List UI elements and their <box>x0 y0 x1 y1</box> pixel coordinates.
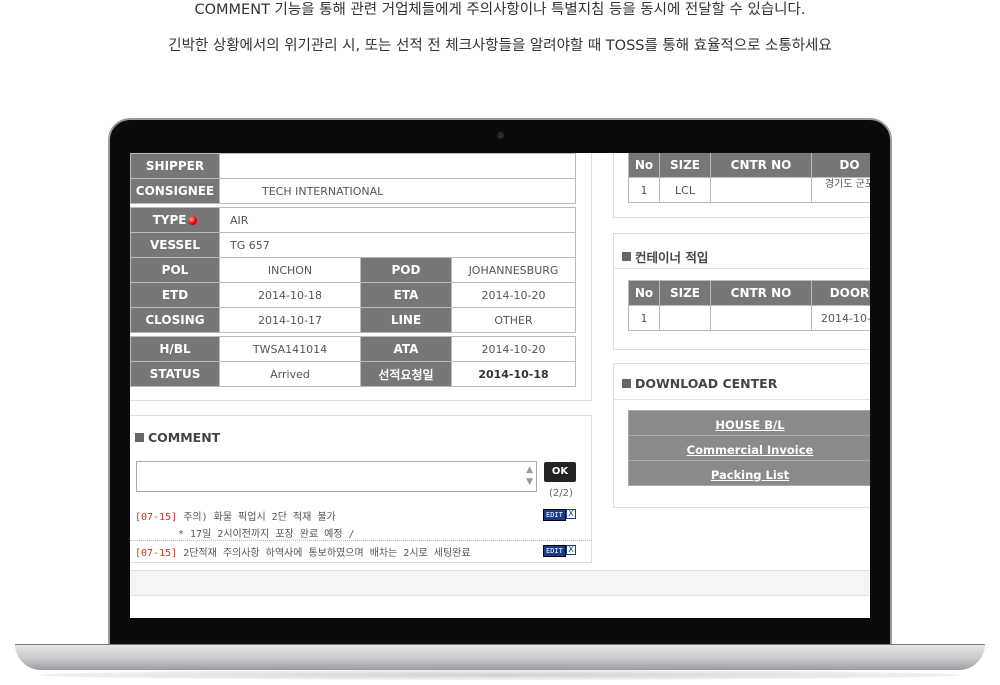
shipper-value <box>219 153 576 179</box>
comment-item: [07-15] 주의) 화물 픽업시 2단 적재 불가 <box>135 508 336 523</box>
edit-button[interactable]: EDIT <box>543 509 566 521</box>
type-value: AIR <box>219 207 576 233</box>
closing-label: CLOSING <box>130 307 220 333</box>
edit-button[interactable]: EDIT <box>543 545 566 557</box>
eta-label: ETA <box>360 282 452 308</box>
comment-date: [07-15] <box>135 548 178 559</box>
download-row: HOUSE B/L <box>628 410 870 436</box>
col-size: SIZE <box>659 280 711 306</box>
pod-value: JOHANNESBURG <box>451 257 576 283</box>
commercial-invoice-link[interactable]: Commercial Invoice <box>687 443 814 457</box>
heading-line-2: 긴박한 상황에서의 위기관리 시, 또는 선적 전 체크사항들을 알려야할 때 … <box>168 38 832 54</box>
cell-do-address: 경기도 군포 <box>824 179 870 190</box>
comment-header: COMMENT <box>135 430 220 445</box>
container-list-panel: No SIZE CNTR NO DO 1 LCL 경기도 군포 (한 <box>613 153 870 218</box>
etd-value: 2014-10-18 <box>219 282 361 308</box>
comment-text: 2단적재 주의사항 하역사에 통보하였으며 배차는 2시로 세팅완료 <box>183 548 471 559</box>
pod-label: POD <box>360 257 452 283</box>
comment-count: (2/2) <box>549 488 573 499</box>
red-status-icon <box>188 216 198 225</box>
comment-text-continued: * 17일 2시이전까지 포장 완료 예정 / <box>178 529 355 540</box>
delete-icon[interactable]: X <box>566 509 576 519</box>
header-divider <box>614 399 870 400</box>
vessel-label: VESSEL <box>130 232 220 258</box>
laptop-shadow <box>40 670 960 680</box>
pol-value: INCHON <box>219 257 361 283</box>
heading-line-1: COMMENT 기능을 통해 관련 거업체들에게 주의사항이나 특별지침 등을 … <box>194 2 806 18</box>
cell-size <box>659 305 711 331</box>
col-cntr-no: CNTR NO <box>710 153 812 178</box>
download-center-title: DOWNLOAD CENTER <box>635 376 778 391</box>
request-date-value: 2014-10-18 <box>451 361 576 387</box>
ata-value: 2014-10-20 <box>451 336 576 362</box>
pol-label: POL <box>130 257 220 283</box>
etd-label: ETD <box>130 282 220 308</box>
comment-item: [07-15] 2단적재 주의사항 하역사에 통보하였으며 배차는 2시로 세팅… <box>135 544 471 559</box>
closing-value: 2014-10-17 <box>219 307 361 333</box>
container-load-title: 컨테이너 적입 <box>635 250 709 265</box>
status-value: Arrived <box>219 361 361 387</box>
container-load-header: 컨테이너 적입 <box>622 247 708 266</box>
laptop-base <box>15 644 985 670</box>
cell-do-note: (한 <box>812 190 870 200</box>
comment-divider <box>130 540 592 541</box>
hbl-value: TWSA141014 <box>219 336 361 362</box>
ok-button[interactable]: OK <box>544 462 576 482</box>
packing-list-link[interactable]: Packing List <box>711 468 789 482</box>
line-label: LINE <box>360 307 452 333</box>
col-cntr-no: CNTR NO <box>710 280 812 306</box>
section-bullet-icon <box>622 252 631 261</box>
cell-cntr-no <box>710 177 812 203</box>
camera-dot <box>497 132 504 139</box>
delete-icon[interactable]: X <box>566 545 576 555</box>
download-row: Commercial Invoice <box>628 435 870 461</box>
col-door: DOOR <box>811 280 870 306</box>
app-screen: SHIPPER CONSIGNEE TECH INTERNATIONAL TYP… <box>130 153 870 618</box>
footer-bar <box>130 570 870 596</box>
col-size: SIZE <box>659 153 711 178</box>
download-center-panel: DOWNLOAD CENTER HOUSE B/L Commercial Inv… <box>613 363 870 508</box>
eta-value: 2014-10-20 <box>451 282 576 308</box>
col-no: No <box>628 280 660 306</box>
type-label-cell: TYPE <box>130 207 220 233</box>
shipper-label: SHIPPER <box>130 153 220 179</box>
request-date-label: 선적요청일 <box>360 361 452 387</box>
section-bullet-icon <box>135 433 144 442</box>
ata-label: ATA <box>360 336 452 362</box>
comment-text: 주의) 화물 픽업시 2단 적재 불가 <box>183 512 336 523</box>
cell-door: 2014-10-1 <box>811 305 870 331</box>
house-bl-link[interactable]: HOUSE B/L <box>715 418 784 432</box>
cell-no: 1 <box>628 177 660 203</box>
cell-no: 1 <box>628 305 660 331</box>
download-center-header: DOWNLOAD CENTER <box>622 376 777 391</box>
cell-size: LCL <box>659 177 711 203</box>
consignee-value: TECH INTERNATIONAL <box>219 178 576 204</box>
line-value: OTHER <box>451 307 576 333</box>
vessel-value: TG 657 <box>219 232 576 258</box>
container-load-panel: 컨테이너 적입 No SIZE CNTR NO DOOR 1 2014-10-1 <box>613 233 870 350</box>
consignee-label: CONSIGNEE <box>130 178 220 204</box>
download-row: Packing List <box>628 460 870 486</box>
cell-do: 경기도 군포 (한 <box>811 177 870 203</box>
hbl-label: H/BL <box>130 336 220 362</box>
comment-title: COMMENT <box>148 430 221 445</box>
status-label: STATUS <box>130 361 220 387</box>
shipment-panel: SHIPPER CONSIGNEE TECH INTERNATIONAL TYP… <box>130 153 592 401</box>
scroll-arrows-icon[interactable]: ▲ ▼ <box>526 464 533 488</box>
section-bullet-icon <box>622 379 631 388</box>
comment-panel: COMMENT ▲ ▼ OK (2/2) [07-15] 주의) 화물 픽업시 2… <box>130 415 592 563</box>
comment-date: [07-15] <box>135 512 178 523</box>
header-divider <box>614 268 870 269</box>
comment-input[interactable]: ▲ ▼ <box>136 461 537 492</box>
col-no: No <box>628 153 660 178</box>
cell-cntr-no <box>710 305 812 331</box>
col-do: DO <box>811 153 870 178</box>
type-label: TYPE <box>152 213 187 227</box>
